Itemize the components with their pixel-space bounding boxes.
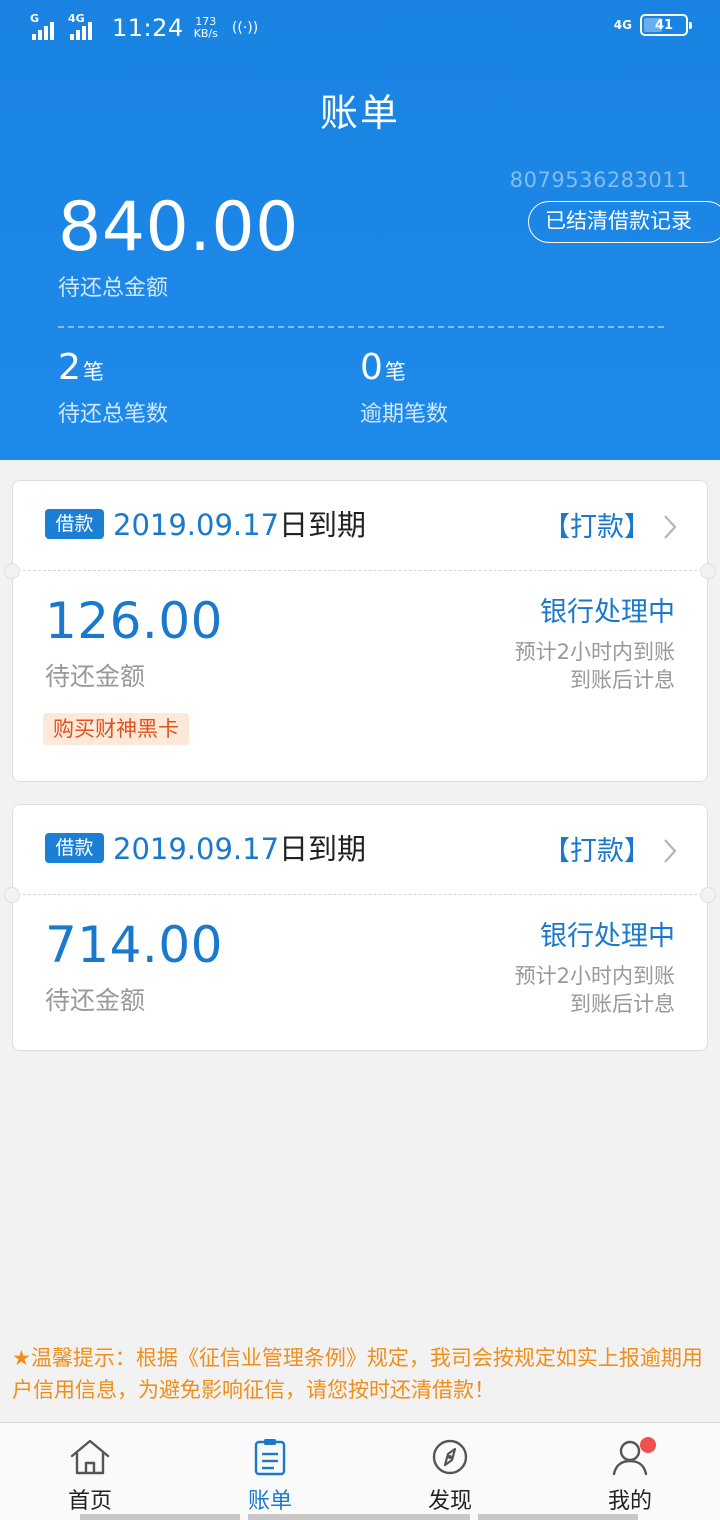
tab-discover[interactable]: 发现 <box>400 1437 500 1515</box>
transfer-action[interactable]: 【打款】 <box>543 835 651 869</box>
pending-count-label: 待还总笔数 <box>58 402 169 427</box>
header: G 4G 11:24 173 KB/s ((·)) 4G 41 账单 80795… <box>0 0 720 460</box>
tab-home[interactable]: 首页 <box>40 1437 140 1515</box>
tab-bar: 首页 账单 发现 我的 <box>0 1422 720 1520</box>
account-id: 8079536283011 <box>509 168 690 192</box>
overdue-unit: 笔 <box>384 360 406 384</box>
card-divider <box>23 570 697 571</box>
page-title: 账单 <box>319 91 400 135</box>
tab-bill[interactable]: 账单 <box>220 1437 320 1515</box>
promo-badge[interactable]: 购买财神黑卡 <box>43 713 189 745</box>
card-divider <box>23 894 697 895</box>
card-notch <box>4 887 20 903</box>
due-date: 2019.09.17日到期 <box>113 508 367 542</box>
loan-card[interactable]: 借款 2019.09.17日到期 【打款】 714.00 待还金额 银行处理中 … <box>4 804 716 1051</box>
overdue-count-label: 逾期笔数 <box>360 402 449 427</box>
arrival-note: 预计2小时内到账 <box>514 964 675 988</box>
hotspot-icon: ((·)) <box>231 20 259 36</box>
tab-label: 账单 <box>247 1489 292 1514</box>
chevron-right-icon[interactable] <box>663 514 677 540</box>
home-indicator <box>80 1514 240 1520</box>
loan-amount-label: 待还金额 <box>45 986 146 1015</box>
signal-sim1-icon: G <box>30 12 60 42</box>
divider <box>58 326 664 328</box>
chevron-right-icon[interactable] <box>663 838 677 864</box>
loan-status: 银行处理中 <box>540 597 675 628</box>
card-notch <box>700 887 716 903</box>
loan-card-header[interactable]: 借款 2019.09.17日到期 【打款】 <box>13 481 707 571</box>
pending-count-stat: 2笔 待还总笔数 <box>58 346 168 428</box>
loan-status: 银行处理中 <box>540 921 675 952</box>
home-indicator <box>248 1514 470 1520</box>
clock: 11:24 <box>112 14 184 42</box>
loan-amount: 126.00 <box>45 592 223 650</box>
due-date: 2019.09.17日到期 <box>113 832 367 866</box>
status-bar: G 4G 11:24 173 KB/s ((·)) 4G 41 <box>0 0 720 56</box>
warm-tip: ★温馨提示：根据《征信业管理条例》规定，我司会按规定如实上报逾期用户信用信息，为… <box>12 1346 703 1402</box>
loan-amount: 714.00 <box>45 916 223 974</box>
tab-label: 发现 <box>427 1489 472 1514</box>
compass-icon <box>432 1439 468 1475</box>
card-notch <box>700 563 716 579</box>
overdue-count-stat: 0笔 逾期笔数 <box>360 346 448 428</box>
pending-unit: 笔 <box>82 360 104 384</box>
card-notch <box>4 563 20 579</box>
transfer-action[interactable]: 【打款】 <box>543 511 651 545</box>
total-amount-label: 待还总金额 <box>58 276 169 301</box>
overdue-count: 0 <box>360 347 383 388</box>
pending-count: 2 <box>58 347 81 388</box>
tab-label: 我的 <box>607 1489 652 1514</box>
arrival-note: 预计2小时内到账 <box>514 640 675 664</box>
interest-note: 到账后计息 <box>570 668 675 692</box>
home-icon <box>70 1439 110 1475</box>
tab-label: 首页 <box>67 1489 112 1514</box>
tab-mine[interactable]: 我的 <box>580 1437 680 1515</box>
loan-tag: 借款 <box>45 833 104 863</box>
network-type: 4G <box>613 18 632 32</box>
total-amount: 840.00 <box>58 188 299 267</box>
bill-icon <box>254 1439 286 1476</box>
interest-note: 到账后计息 <box>570 992 675 1016</box>
notification-dot <box>640 1437 656 1453</box>
loan-card-header[interactable]: 借款 2019.09.17日到期 【打款】 <box>13 805 707 895</box>
home-indicator <box>478 1514 638 1520</box>
loan-amount-label: 待还金额 <box>45 662 146 691</box>
loan-card[interactable]: 借款 2019.09.17日到期 【打款】 126.00 待还金额 银行处理中 … <box>4 480 716 782</box>
network-speed: 173 KB/s <box>193 15 218 40</box>
battery-icon: 41 <box>640 14 692 36</box>
settled-records-button[interactable]: 已结清借款记录 <box>528 201 720 243</box>
loan-tag: 借款 <box>45 509 104 539</box>
signal-sim2-icon: 4G <box>68 12 98 42</box>
